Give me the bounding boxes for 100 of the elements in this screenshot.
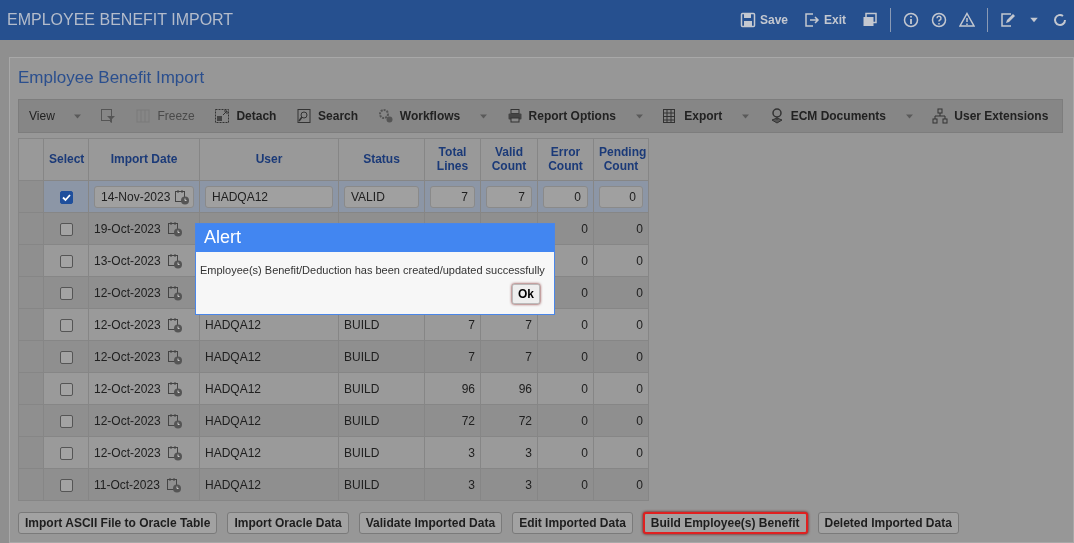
copy-icon [862, 12, 878, 28]
table-cell: 0 [537, 404, 594, 437]
info-icon [903, 12, 919, 28]
table-cell: 0 [593, 372, 649, 405]
column-header: Error Count [537, 138, 594, 181]
edit-icon [1000, 12, 1016, 28]
table-cell: 12-Oct-2023 [94, 317, 161, 332]
table-cell: HADQA12 [199, 372, 339, 405]
text-field[interactable]: 7 [430, 185, 475, 208]
text-field[interactable]: 7 [486, 185, 532, 208]
checkbox[interactable] [59, 382, 73, 396]
table-cell: BUILD [338, 468, 425, 501]
calendar-clock-icon [165, 476, 182, 493]
table-cell: 0 [593, 468, 649, 501]
table-cell: BUILD [338, 372, 425, 405]
column-header: Valid Count [480, 138, 538, 181]
action-button[interactable]: Import Oracle Data [227, 512, 349, 534]
checkbox[interactable] [59, 318, 73, 332]
table-cell: BUILD [338, 436, 425, 469]
calendar-clock-icon [166, 348, 183, 365]
table-cell: 0 [537, 468, 594, 501]
table-cell: HADQA12 [199, 340, 339, 373]
search-icon [296, 108, 313, 124]
save-button[interactable]: Save [739, 12, 788, 28]
dialog-title: Alert [196, 224, 554, 252]
window-title: EMPLOYEE BENEFIT IMPORT [7, 11, 235, 29]
table-cell: 0 [593, 244, 649, 277]
toolbar-button[interactable]: Workflows [375, 108, 463, 124]
calendar-clock-icon [166, 284, 183, 301]
table-cell: 72 [424, 404, 481, 437]
toolbar-button[interactable]: User Extensions [930, 108, 1051, 124]
toolbar-button[interactable]: ECM Documents [766, 108, 888, 124]
column-header: Pending Count [593, 138, 649, 181]
floppy-icon [739, 12, 756, 28]
table-cell: 12-Oct-2023 [94, 349, 161, 364]
ok-button[interactable]: Ok [512, 284, 540, 304]
action-button[interactable]: Edit Imported Data [512, 512, 633, 534]
table-cell: 0 [593, 404, 649, 437]
table-cell: HADQA12 [199, 436, 339, 469]
exit-button[interactable]: Exit [804, 12, 846, 28]
exit-icon [804, 12, 820, 28]
table-cell: 0 [537, 372, 594, 405]
checkbox[interactable] [59, 350, 73, 364]
help-icon [931, 12, 947, 28]
column-header: Import Date [88, 138, 200, 181]
calendar-clock-icon [166, 220, 183, 237]
table-cell: 0 [593, 308, 649, 341]
table-cell: 12-Oct-2023 [94, 381, 161, 396]
column-header: Select [43, 138, 89, 181]
checkbox[interactable] [59, 478, 73, 492]
toolbar-button[interactable]: Export [660, 108, 725, 124]
page-title: Employee Benefit Import [18, 68, 206, 89]
filter-icon [100, 108, 117, 124]
table-cell: 19-Oct-2023 [94, 221, 161, 236]
table-cell: BUILD [338, 404, 425, 437]
calendar-clock-icon [166, 316, 183, 333]
table-cell: BUILD [338, 340, 425, 373]
table-cell: 13-Oct-2023 [94, 253, 161, 268]
checkbox[interactable] [59, 414, 73, 428]
checkbox[interactable] [59, 190, 73, 204]
table-cell: 3 [480, 436, 538, 469]
calendar-clock-icon [166, 380, 183, 397]
date-field[interactable]: 14-Nov-2023 [94, 185, 194, 208]
table-cell: 0 [537, 436, 594, 469]
table-cell: 3 [424, 436, 481, 469]
table-cell: 7 [424, 340, 481, 373]
column-header: Total Lines [424, 138, 481, 181]
text-field[interactable]: 0 [599, 185, 643, 208]
table-cell: 0 [537, 340, 594, 373]
toolbar-button[interactable]: View [27, 109, 57, 123]
warning-icon [959, 12, 975, 28]
column-header: User [199, 138, 339, 181]
action-button[interactable]: Import ASCII File to Oracle Table [18, 512, 218, 534]
table-cell: 96 [480, 372, 538, 405]
table-cell: HADQA12 [199, 404, 339, 437]
action-button[interactable]: Deleted Imported Data [817, 512, 959, 534]
text-field[interactable]: VALID [344, 185, 419, 208]
table-cell: 11-Oct-2023 [94, 477, 160, 492]
checkbox[interactable] [59, 446, 73, 460]
checkbox[interactable] [59, 286, 73, 300]
gears-icon [377, 108, 394, 124]
toolbar-button[interactable]: Report Options [504, 108, 618, 124]
checkbox[interactable] [59, 222, 73, 236]
text-field[interactable]: 0 [543, 185, 588, 208]
text-field[interactable]: HADQA12 [205, 185, 333, 208]
refresh-icon [1052, 12, 1068, 28]
table-cell: 12-Oct-2023 [94, 285, 161, 300]
checkbox[interactable] [59, 254, 73, 268]
action-button[interactable]: Validate Imported Data [358, 512, 503, 534]
toolbar-button[interactable]: Search [294, 108, 361, 124]
calendar-clock-icon [166, 412, 183, 429]
calendar-clock-icon [174, 188, 191, 205]
table-cell: HADQA12 [199, 468, 339, 501]
detach-icon [214, 108, 231, 124]
action-button[interactable]: Build Employee(s) Benefit [642, 512, 808, 534]
table-cell: 72 [480, 404, 538, 437]
toolbar-button[interactable]: Detach [212, 108, 279, 124]
table-cell: 3 [480, 468, 538, 501]
table-cell: 0 [593, 276, 649, 309]
table-cell: 0 [593, 436, 649, 469]
